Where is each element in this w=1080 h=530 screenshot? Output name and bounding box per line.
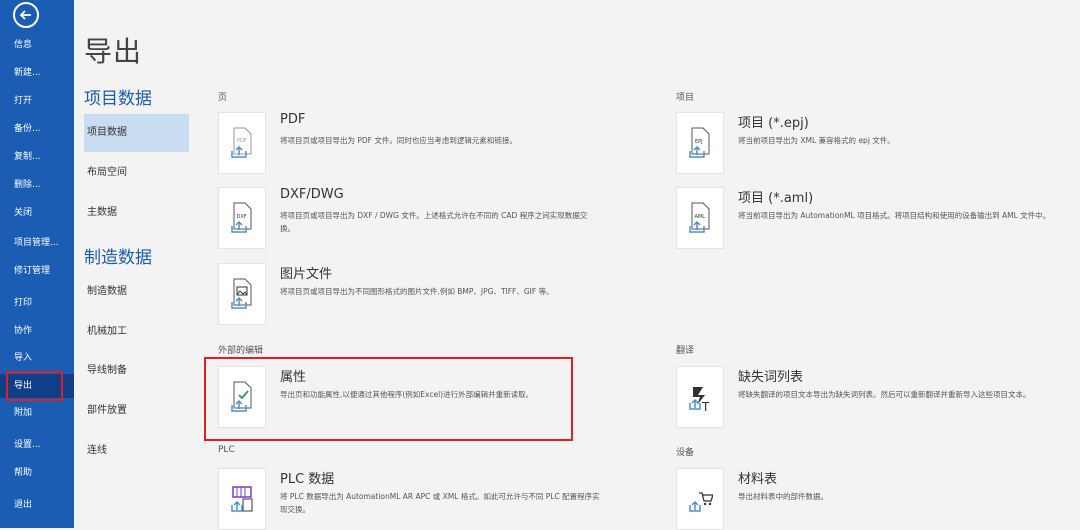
nav-item-backup[interactable]: 备份... [0, 117, 74, 141]
category-machining[interactable]: 机械加工 [84, 313, 189, 351]
card-description: 将项目页或项目导出为 DXF / DWG 文件。上述格式允许在不同的 CAD 程… [280, 211, 588, 233]
card-title: 缺失词列表 [738, 370, 804, 385]
card-title: DXF/DWG [280, 187, 344, 202]
card-title: 图片文件 [280, 267, 333, 282]
card-description: 将项目页或项目导出为不同图形格式的图片文件,例如 BMP、JPG、TIFF、GI… [280, 287, 554, 296]
translation-export-icon: T [689, 387, 710, 414]
nav-item-addon[interactable]: 附加 [0, 401, 74, 425]
backstage-nav: 信息 新建... 打开 备份... 复制... 删除... 关闭 项目管理...… [0, 0, 74, 528]
nav-item-open[interactable]: 打开 [0, 89, 74, 113]
category-project-data[interactable]: 项目数据 [84, 114, 189, 152]
plc-export-icon [231, 486, 253, 512]
nav-item-new[interactable]: 新建... [0, 61, 74, 85]
nav-item-exit[interactable]: 退出 [0, 493, 74, 517]
nav-item-close[interactable]: 关闭 [0, 201, 74, 225]
image-export-icon [231, 278, 252, 309]
card-title: 项目 (*.epj) [738, 116, 809, 131]
nav-item-help[interactable]: 帮助 [0, 461, 74, 485]
svg-text:T: T [701, 400, 710, 414]
category-master-data[interactable]: 主数据 [84, 194, 189, 232]
card-title: 属性 [280, 370, 307, 385]
category-wire-preparation[interactable]: 导线制备 [84, 352, 189, 390]
svg-text:EPJ: EPJ [695, 139, 703, 145]
nav-item-revision-management[interactable]: 修订管理 [0, 259, 74, 283]
back-arrow-icon [19, 10, 31, 20]
card-description: 将缺失翻译的项目文本导出为缺失词列表。然后可以重新翻译并重新导入这些项目文本。 [738, 390, 1031, 399]
section-label-external-edit: 外部的编辑 [218, 346, 264, 356]
aml-export-icon: AML [689, 202, 710, 233]
page-title: 导出 [84, 35, 143, 68]
back-button[interactable] [13, 2, 39, 28]
card-description: 导出页和功能属性,以便通过其他程序(例如Excel)进行外部编辑并重新读取。 [280, 390, 534, 399]
nav-item-copy[interactable]: 复制... [0, 145, 74, 169]
svg-text:DXF: DXF [237, 214, 247, 220]
section-label-plc: PLC [218, 445, 235, 455]
card-title: PLC 数据 [280, 472, 335, 487]
card-title: 项目 (*.aml) [738, 191, 814, 206]
section-label-translation: 翻译 [676, 346, 695, 356]
nav-item-project-management[interactable]: 项目管理... [0, 231, 74, 255]
section-label-page: 页 [218, 93, 228, 103]
section-label-project: 项目 [676, 93, 695, 103]
properties-export-icon [231, 381, 252, 412]
svg-text:PDF: PDF [237, 138, 247, 144]
nav-item-delete[interactable]: 删除... [0, 173, 74, 197]
card-description: 将当前项目导出为 AutomationML 项目格式。将项目结构和使用的设备输出… [738, 211, 1051, 220]
card-description: 导出材料表中的部件数据。 [738, 492, 828, 501]
nav-item-collaborate[interactable]: 协作 [0, 319, 74, 343]
card-title: 材料表 [738, 472, 778, 487]
card-description: 将 PLC 数据导出为 AutomationML AR APC 或 XML 格式… [280, 492, 600, 514]
section-label-device: 设备 [676, 448, 695, 458]
nav-item-print[interactable]: 打印 [0, 291, 74, 315]
card-description: 将当前项目导出为 XML 兼容格式的 epj 文件。 [738, 136, 895, 145]
category-heading-project: 项目数据 [84, 89, 152, 109]
category-wiring[interactable]: 连线 [84, 432, 189, 470]
nav-item-settings[interactable]: 设置... [0, 433, 74, 457]
bom-export-icon [689, 492, 713, 512]
category-heading-manufacturing: 制造数据 [84, 248, 152, 268]
nav-item-info[interactable]: 信息 [0, 33, 74, 57]
card-description: 将项目页或项目导出为 PDF 文件。同时也应当考虑到逻辑元素和链接。 [280, 136, 517, 145]
nav-item-import[interactable]: 导入 [0, 346, 74, 370]
svg-text:AML: AML [695, 214, 706, 220]
dxf-export-icon: DXF [231, 202, 252, 233]
category-manufacturing-data[interactable]: 制造数据 [84, 273, 189, 311]
epj-export-icon: EPJ [689, 127, 710, 158]
card-title: PDF [280, 112, 306, 127]
category-part-placement[interactable]: 部件放置 [84, 392, 189, 430]
nav-item-export[interactable]: 导出 [0, 374, 74, 398]
pdf-export-icon: PDF [231, 127, 252, 158]
category-layout-space[interactable]: 布局空间 [84, 154, 189, 192]
